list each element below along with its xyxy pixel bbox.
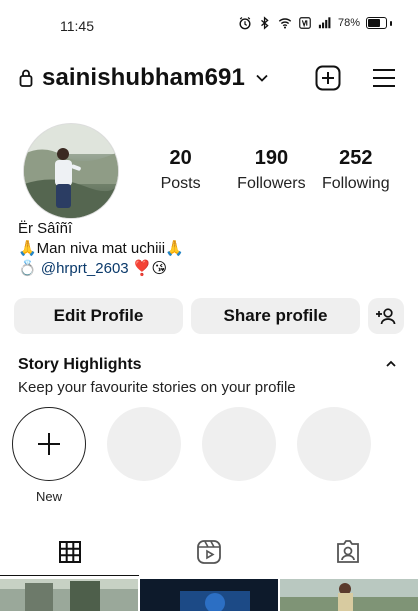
story-highlights-header[interactable]: Story Highlights Keep your favourite sto… — [18, 355, 398, 401]
post-thumbnail[interactable] — [140, 579, 278, 611]
posts-grid — [0, 579, 418, 611]
plus-square-icon — [315, 65, 341, 91]
post-thumbnail[interactable] — [280, 579, 418, 611]
stat-count: 190 — [254, 147, 289, 169]
bio-mention-suffix: ❣️😘 — [128, 260, 168, 277]
status-bar: 11:45 78% — [0, 0, 418, 50]
bio-mention-prefix: 💍 — [18, 260, 41, 277]
create-button[interactable] — [314, 64, 342, 92]
stat-label: Following — [322, 175, 390, 192]
lock-icon — [19, 69, 33, 87]
highlight-placeholder — [107, 407, 181, 504]
stat-posts[interactable]: 20 Posts — [148, 146, 213, 198]
highlights-title: Story Highlights — [18, 356, 142, 373]
mention-link[interactable]: @hrprt_2603 — [41, 260, 129, 277]
stat-label: Posts — [160, 175, 201, 192]
battery-percent: 78% — [337, 17, 360, 29]
add-person-icon — [376, 308, 396, 325]
highlight-placeholder — [297, 407, 371, 504]
profile-avatar[interactable] — [23, 123, 119, 219]
stat-label: Followers — [237, 175, 306, 192]
tab-grid[interactable] — [0, 528, 140, 576]
profile-stats: 20 Posts 190 Followers 252 Following — [148, 146, 398, 198]
grid-icon — [58, 541, 81, 563]
status-icons: 78% — [238, 16, 392, 30]
status-time: 11:45 — [60, 18, 94, 34]
stat-following[interactable]: 252 Following — [314, 146, 398, 198]
new-highlight-circle[interactable] — [12, 407, 86, 481]
profile-bio: Ër Sâîñî 🙏Man niva mat uchiii🙏 💍 @hrprt_… — [18, 219, 184, 279]
highlight-placeholder — [202, 407, 276, 504]
avatar-photo — [24, 124, 118, 218]
new-highlight[interactable]: New — [12, 407, 86, 504]
profile-header: sainishubham691 — [18, 58, 398, 98]
alarm-icon — [239, 17, 251, 30]
stat-count: 20 — [169, 147, 192, 169]
content-tabs — [0, 528, 418, 576]
chevron-down-icon[interactable] — [255, 71, 269, 85]
highlights-row: New — [12, 407, 371, 504]
wifi-icon — [278, 18, 292, 29]
bio-mention-line: 💍 @hrprt_2603 ❣️😘 — [18, 259, 184, 279]
tab-tagged[interactable] — [279, 528, 418, 576]
tab-reels[interactable] — [139, 528, 278, 576]
plus-icon — [38, 433, 60, 455]
username[interactable]: sainishubham691 — [42, 64, 245, 92]
hamburger-icon — [373, 69, 395, 87]
reels-icon — [197, 540, 221, 564]
highlights-subtitle: Keep your favourite stories on your prof… — [18, 379, 296, 396]
bio-line: 🙏Man niva mat uchiii🙏 — [18, 240, 184, 257]
bluetooth-icon — [261, 16, 269, 30]
display-name: Ër Sâîñî — [18, 220, 73, 237]
battery-icon — [366, 17, 392, 29]
chevron-up-icon[interactable] — [384, 357, 398, 371]
profile-actions: Edit Profile Share profile — [14, 298, 404, 334]
battery-fill — [368, 19, 380, 27]
volte-icon — [299, 17, 311, 29]
stat-count: 252 — [339, 147, 373, 169]
edit-profile-button[interactable]: Edit Profile — [14, 298, 183, 334]
post-thumbnail[interactable] — [0, 579, 138, 611]
stat-followers[interactable]: 190 Followers — [229, 146, 313, 198]
menu-button[interactable] — [370, 64, 398, 92]
discover-people-button[interactable] — [368, 298, 404, 334]
share-profile-button[interactable]: Share profile — [191, 298, 360, 334]
tagged-icon — [337, 540, 360, 563]
new-highlight-label: New — [35, 489, 62, 504]
signal-icon — [318, 17, 331, 29]
